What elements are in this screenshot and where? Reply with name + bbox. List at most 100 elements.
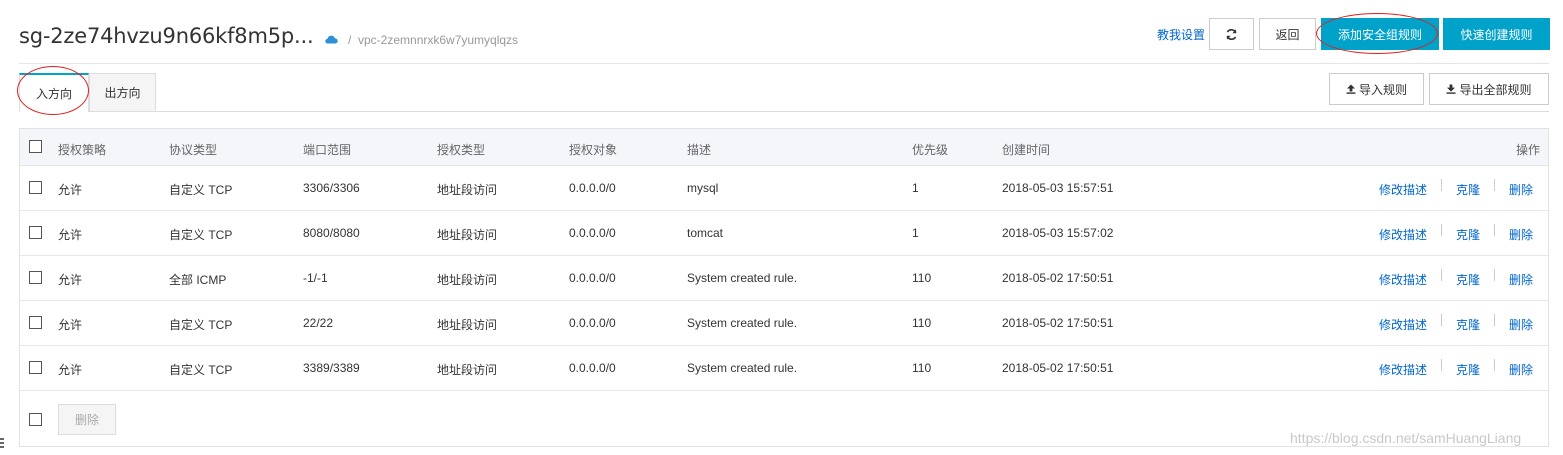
column-header: 创建时间	[1002, 143, 1051, 157]
delete-link[interactable]: 删除	[1509, 226, 1533, 243]
select-all-checkbox[interactable]	[29, 140, 42, 153]
page-title: sg-2ze74hvzu9n66kf8m5p...	[19, 24, 314, 48]
tab-active-gap	[20, 110, 88, 112]
footer-select-all-checkbox[interactable]	[29, 413, 42, 426]
cell-port: 3389/3389	[303, 361, 360, 375]
action-separator	[1441, 179, 1442, 191]
action-separator	[1441, 269, 1442, 281]
action-separator	[1494, 359, 1495, 371]
back-button[interactable]: 返回	[1259, 18, 1316, 50]
cell-policy: 允许	[58, 318, 83, 332]
cell-port: -1/-1	[303, 271, 328, 285]
column-header: 端口范围	[303, 143, 352, 157]
cell-auth-type: 地址段访问	[437, 228, 498, 242]
row-checkbox[interactable]	[29, 271, 42, 284]
action-separator	[1441, 359, 1442, 371]
cell-priority: 110	[912, 361, 932, 375]
cell-description: System created rule.	[687, 316, 798, 330]
quick-create-rule-button[interactable]: 快速创建规则	[1443, 18, 1550, 50]
cell-target: 0.0.0.0/0	[569, 361, 616, 375]
action-separator	[1494, 269, 1495, 281]
add-security-group-rule-button[interactable]: 添加安全组规则	[1321, 18, 1439, 50]
cell-policy: 允许	[58, 228, 83, 242]
cell-auth-type: 地址段访问	[437, 183, 498, 197]
watermark: https://blog.csdn.net/samHuangLiang	[1290, 430, 1522, 446]
breadcrumb-separator: /	[348, 33, 352, 47]
cell-description: tomcat	[687, 226, 724, 240]
batch-delete-button[interactable]: 删除	[58, 404, 116, 435]
delete-link[interactable]: 删除	[1509, 361, 1533, 378]
cell-policy: 允许	[58, 363, 83, 377]
clone-link[interactable]: 克隆	[1456, 226, 1480, 243]
action-separator	[1441, 314, 1442, 326]
rules-table: 授权策略 协议类型 端口范围 授权类型 授权对象 描述 优先级 创建时间 操作 …	[19, 128, 1549, 447]
edit-description-link[interactable]: 修改描述	[1379, 361, 1427, 378]
edit-description-link[interactable]: 修改描述	[1379, 226, 1427, 243]
clone-link[interactable]: 克隆	[1456, 271, 1480, 288]
cell-auth-type: 地址段访问	[437, 318, 498, 332]
delete-link[interactable]: 删除	[1509, 181, 1533, 198]
cell-created-time: 2018-05-03 15:57:51	[1002, 181, 1114, 195]
clone-link[interactable]: 克隆	[1456, 316, 1480, 333]
upload-icon	[1346, 84, 1356, 94]
cell-description: System created rule.	[687, 361, 798, 375]
table-row: 允许 自定义 TCP 22/22 地址段访问 0.0.0.0/0 System …	[20, 301, 1548, 346]
cell-policy: 允许	[58, 183, 83, 197]
import-rules-button[interactable]: 导入规则	[1329, 73, 1424, 105]
column-header: 协议类型	[169, 143, 218, 157]
refresh-button[interactable]	[1209, 18, 1254, 50]
cell-description: mysql	[687, 181, 719, 195]
cell-protocol: 自定义 TCP	[169, 318, 233, 332]
help-link[interactable]: 教我设置	[1157, 26, 1205, 43]
table-row: 允许 自定义 TCP 3306/3306 地址段访问 0.0.0.0/0 mys…	[20, 166, 1548, 211]
cell-protocol: 自定义 TCP	[169, 228, 233, 242]
export-all-rules-button[interactable]: 导出全部规则	[1429, 73, 1549, 105]
cell-protocol: 自定义 TCP	[169, 183, 233, 197]
edit-description-link[interactable]: 修改描述	[1379, 316, 1427, 333]
vpc-id[interactable]: vpc-2zemnnrxk6w7yumyqlqzs	[358, 33, 518, 47]
cell-created-time: 2018-05-03 15:57:02	[1002, 226, 1114, 240]
row-checkbox[interactable]	[29, 361, 42, 374]
edit-description-link[interactable]: 修改描述	[1379, 271, 1427, 288]
row-checkbox[interactable]	[29, 316, 42, 329]
cell-port: 8080/8080	[303, 226, 360, 240]
tab-baseline	[19, 111, 1549, 112]
column-header: 授权策略	[58, 143, 107, 157]
edge-marker	[0, 438, 4, 450]
export-all-rules-label: 导出全部规则	[1459, 82, 1532, 97]
row-checkbox[interactable]	[29, 226, 42, 239]
cell-protocol: 全部 ICMP	[169, 273, 227, 287]
cell-protocol: 自定义 TCP	[169, 363, 233, 377]
cell-target: 0.0.0.0/0	[569, 316, 616, 330]
cell-priority: 110	[912, 316, 932, 330]
cell-target: 0.0.0.0/0	[569, 226, 616, 240]
cloud-icon	[325, 35, 338, 44]
column-header: 描述	[687, 143, 712, 157]
cell-description: System created rule.	[687, 271, 798, 285]
table-row: 允许 全部 ICMP -1/-1 地址段访问 0.0.0.0/0 System …	[20, 256, 1548, 301]
cell-priority: 1	[912, 226, 919, 240]
edit-description-link[interactable]: 修改描述	[1379, 181, 1427, 198]
clone-link[interactable]: 克隆	[1456, 181, 1480, 198]
cell-created-time: 2018-05-02 17:50:51	[1002, 271, 1114, 285]
cell-port: 3306/3306	[303, 181, 360, 195]
cell-priority: 110	[912, 271, 932, 285]
action-separator	[1494, 179, 1495, 191]
tab-outbound[interactable]: 出方向	[89, 73, 156, 111]
cell-target: 0.0.0.0/0	[569, 271, 616, 285]
action-separator	[1441, 224, 1442, 236]
clone-link[interactable]: 克隆	[1456, 361, 1480, 378]
cell-port: 22/22	[303, 316, 334, 330]
table-header: 授权策略 协议类型 端口范围 授权类型 授权对象 描述 优先级 创建时间 操作	[20, 129, 1548, 166]
import-rules-label: 导入规则	[1358, 82, 1407, 97]
delete-link[interactable]: 删除	[1509, 316, 1533, 333]
row-checkbox[interactable]	[29, 181, 42, 194]
column-header: 授权对象	[569, 143, 618, 157]
page-header: sg-2ze74hvzu9n66kf8m5p... / vpc-2zemnnrx…	[0, 0, 1563, 64]
refresh-icon	[1226, 28, 1237, 40]
action-separator	[1494, 314, 1495, 326]
cell-policy: 允许	[58, 273, 83, 287]
tab-inbound[interactable]: 入方向	[19, 73, 89, 112]
delete-link[interactable]: 删除	[1509, 271, 1533, 288]
cell-target: 0.0.0.0/0	[569, 181, 616, 195]
